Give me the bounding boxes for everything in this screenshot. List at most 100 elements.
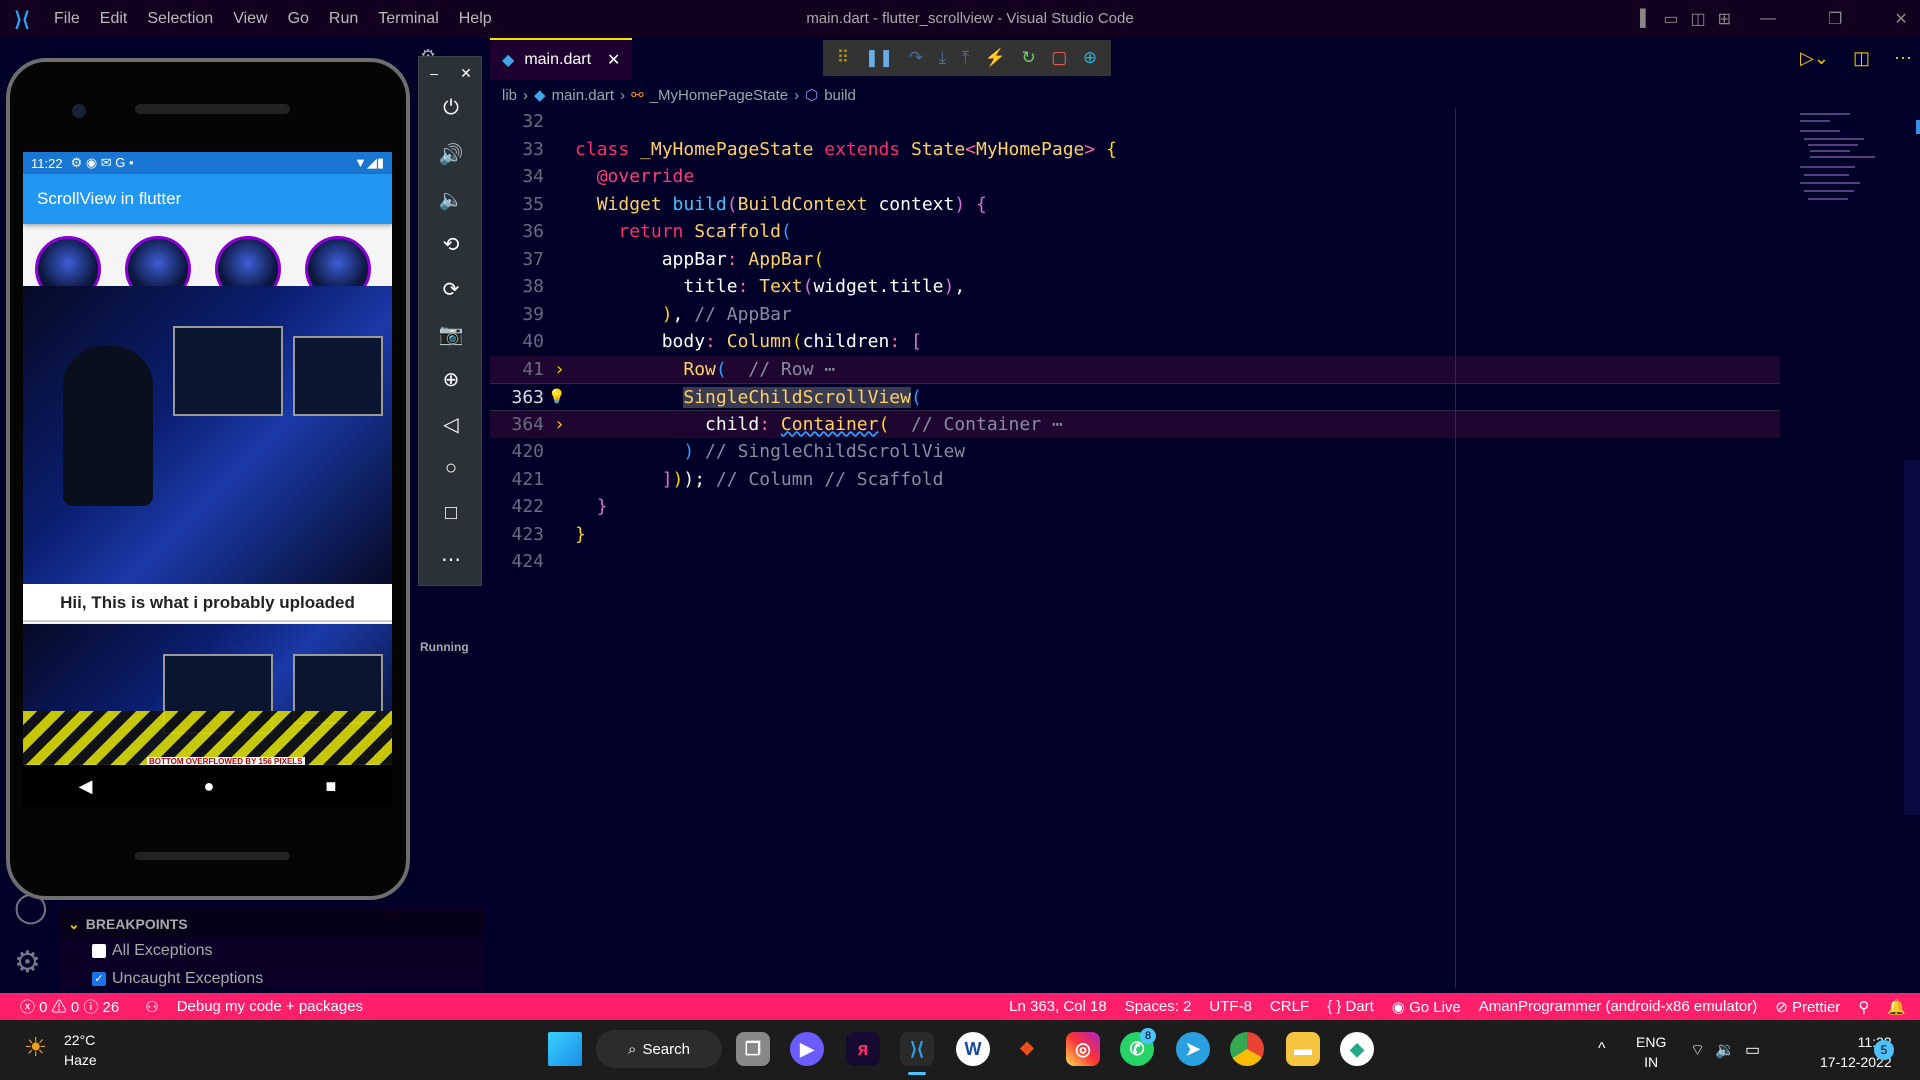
- code-line[interactable]: 41 › Row( // Row ⋯: [490, 355, 1780, 384]
- split-editor-icon[interactable]: ◫: [1853, 48, 1870, 69]
- code-line[interactable]: 363 💡 SingleChildScrollView(: [490, 383, 1780, 411]
- emulator-close-icon[interactable]: ✕: [460, 65, 472, 82]
- language-mode[interactable]: { } Dart: [1327, 998, 1374, 1015]
- cursor-position[interactable]: Ln 363, Col 18: [1009, 998, 1107, 1015]
- checkbox-unchecked[interactable]: [92, 944, 106, 958]
- code-line[interactable]: 39 ), // AppBar: [490, 301, 1780, 329]
- indentation[interactable]: Spaces: 2: [1125, 998, 1192, 1015]
- telegram-icon[interactable]: ➤: [1176, 1032, 1210, 1066]
- problems-indicator[interactable]: ⓧ 0 ⚠ 0 ⓘ 26: [20, 996, 119, 1017]
- code-line[interactable]: 36 return Scaffold(: [490, 218, 1780, 246]
- lightbulb-icon[interactable]: 💡: [548, 384, 565, 412]
- breadcrumb-class[interactable]: _MyHomePageState: [650, 87, 788, 104]
- customize-layout-icon[interactable]: ⊞: [1718, 9, 1731, 29]
- checkbox-checked[interactable]: ✓: [92, 972, 106, 986]
- fold-chevron-icon[interactable]: ›: [554, 356, 565, 384]
- minimize-button[interactable]: —: [1760, 10, 1776, 28]
- instagram-icon[interactable]: ◎: [1066, 1032, 1100, 1066]
- breadcrumb-file[interactable]: main.dart: [552, 87, 615, 104]
- breakpoints-header[interactable]: ⌄ BREAKPOINTS: [60, 910, 483, 938]
- menu-go[interactable]: Go: [278, 0, 319, 38]
- breakpoint-all-exceptions[interactable]: All Exceptions: [92, 942, 213, 960]
- rotate-right-icon[interactable]: ⟳: [419, 277, 483, 302]
- chrome-icon[interactable]: [1230, 1032, 1264, 1066]
- toggle-panel-icon[interactable]: ▭: [1663, 9, 1678, 29]
- task-view-icon[interactable]: ❐: [736, 1032, 770, 1066]
- code-line[interactable]: 35 Widget build(BuildContext context) {: [490, 191, 1780, 219]
- restore-button[interactable]: ❐: [1828, 9, 1842, 29]
- code-line[interactable]: 38 title: Text(widget.title),: [490, 273, 1780, 301]
- system-tray[interactable]: ⌔ 🔉 ▭: [1690, 1040, 1760, 1060]
- emulator-minimize-icon[interactable]: –: [430, 65, 438, 82]
- word-icon[interactable]: W: [956, 1032, 990, 1066]
- overview-icon[interactable]: □: [419, 502, 483, 525]
- post-image[interactable]: [23, 286, 392, 584]
- code-line[interactable]: 33 class _MyHomePageState extends State<M…: [490, 136, 1780, 164]
- step-out-icon[interactable]: ⤒: [962, 48, 970, 68]
- app-icon-green[interactable]: ◆: [1340, 1032, 1374, 1066]
- app-icon-pink[interactable]: ᴙ: [846, 1032, 880, 1066]
- toggle-secondary-sidebar-icon[interactable]: ◫: [1690, 9, 1705, 29]
- notifications-bell-icon[interactable]: 🔔: [1887, 998, 1906, 1016]
- back-icon[interactable]: ◁: [419, 412, 483, 437]
- teams-icon[interactable]: ▶: [790, 1032, 824, 1066]
- code-line[interactable]: 421 ])); // Column // Scaffold: [490, 466, 1780, 494]
- home-icon[interactable]: ○: [419, 457, 483, 480]
- fold-chevron-icon[interactable]: ›: [554, 411, 565, 439]
- weather-widget[interactable]: 22°C Haze: [64, 1030, 97, 1070]
- code-line[interactable]: 32: [490, 108, 1780, 136]
- menu-file[interactable]: File: [44, 0, 90, 38]
- drag-handle-icon[interactable]: ⠿: [837, 48, 849, 68]
- code-line[interactable]: 424: [490, 548, 1780, 576]
- screenshot-camera-icon[interactable]: 📷: [419, 322, 483, 347]
- figma-icon[interactable]: ❖: [1010, 1032, 1044, 1066]
- zoom-icon[interactable]: ⊕: [419, 367, 483, 392]
- tab-main-dart[interactable]: ◆ main.dart ✕: [490, 38, 632, 80]
- start-button-windows-icon[interactable]: [548, 1032, 582, 1066]
- breadcrumb-method[interactable]: build: [824, 87, 856, 104]
- scrollbar-thumb[interactable]: [1916, 120, 1920, 134]
- hot-reload-icon[interactable]: ⚡: [985, 48, 1006, 68]
- menu-edit[interactable]: Edit: [90, 0, 138, 38]
- show-hidden-icons-chevron[interactable]: ^: [1598, 1040, 1606, 1058]
- stop-icon[interactable]: ▢: [1051, 48, 1067, 68]
- code-line[interactable]: 34 @override: [490, 163, 1780, 191]
- notification-badge[interactable]: 5: [1874, 1040, 1894, 1060]
- menu-selection[interactable]: Selection: [137, 0, 223, 38]
- menu-view[interactable]: View: [223, 0, 277, 38]
- more-actions-icon[interactable]: ⋯: [1894, 48, 1912, 69]
- code-line[interactable]: 37 appBar: AppBar(: [490, 246, 1780, 274]
- step-into-icon[interactable]: ⤓: [939, 48, 947, 68]
- menu-help[interactable]: Help: [449, 0, 502, 38]
- feedback-icon[interactable]: ⚲: [1858, 998, 1869, 1016]
- file-explorer-icon[interactable]: ▬: [1286, 1032, 1320, 1066]
- code-line[interactable]: 420 ) // SingleChildScrollView: [490, 438, 1780, 466]
- rotate-left-icon[interactable]: ⟲: [419, 232, 483, 257]
- minimap[interactable]: [1790, 108, 1900, 228]
- go-live-button[interactable]: ◉ Go Live: [1392, 998, 1461, 1016]
- volume-down-icon[interactable]: 🔈: [419, 187, 483, 212]
- code-editor[interactable]: 32 33 class _MyHomePageState extends State…: [490, 108, 1780, 988]
- nav-home-icon[interactable]: ●: [204, 776, 215, 797]
- run-debug-icon[interactable]: ▷⌄: [1800, 48, 1829, 69]
- code-line[interactable]: 364 › child: Container( // Container ⋯: [490, 410, 1780, 439]
- close-window-button[interactable]: ✕: [1894, 9, 1907, 29]
- flutter-inspector-icon[interactable]: ⊕: [1083, 48, 1097, 68]
- debug-mode-status[interactable]: Debug my code + packages: [177, 998, 363, 1015]
- nav-recents-icon[interactable]: ■: [326, 776, 337, 797]
- taskbar-search[interactable]: ⌕ Search: [596, 1030, 722, 1068]
- phone-screen[interactable]: 11:22 ⚙ ◉ ✉ G • ▼◢▮ ScrollView in flutte…: [23, 152, 392, 780]
- restart-icon[interactable]: ↻: [1021, 48, 1035, 68]
- more-icon[interactable]: ⋯: [419, 547, 483, 572]
- breadcrumb-lib[interactable]: lib: [502, 87, 517, 104]
- pause-icon[interactable]: ❚❚: [865, 48, 894, 68]
- breakpoint-uncaught-exceptions[interactable]: ✓ Uncaught Exceptions: [92, 970, 263, 988]
- nav-back-icon[interactable]: ◀: [79, 776, 93, 797]
- settings-gear-icon[interactable]: ⚙: [14, 945, 41, 980]
- weather-icon[interactable]: ☀: [24, 1032, 47, 1063]
- menu-run[interactable]: Run: [319, 0, 368, 38]
- tab-close-icon[interactable]: ✕: [607, 50, 620, 70]
- step-over-icon[interactable]: ↷: [909, 48, 923, 68]
- toggle-primary-sidebar-icon[interactable]: ▌: [1640, 10, 1651, 28]
- scrollbar-track[interactable]: [1904, 460, 1920, 815]
